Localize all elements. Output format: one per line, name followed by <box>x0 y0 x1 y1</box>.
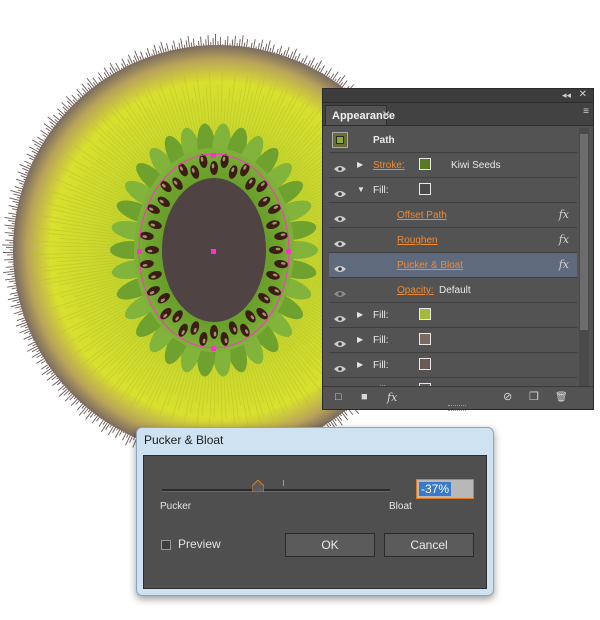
visibility-eye-icon[interactable] <box>334 285 346 297</box>
panel-titlebar: ◂◂ ✕ <box>323 89 593 103</box>
path-thumbnail-icon <box>332 132 348 148</box>
preview-label: Preview <box>178 537 221 551</box>
row-label: Fill: <box>373 310 389 321</box>
appearance-row[interactable]: ▶ Fill: <box>329 353 577 378</box>
visibility-eye-icon[interactable] <box>334 160 346 172</box>
delete-item-icon[interactable]: 🗑 <box>555 391 568 404</box>
appearance-list: Path ▶ Stroke: Kiwi Seeds ▼ Fill: Offset Path f… <box>329 128 577 386</box>
row-label: Fill: <box>373 360 389 371</box>
add-new-fill-icon[interactable]: ■ <box>361 391 368 404</box>
tab-close-icon[interactable]: ✕ <box>382 106 390 126</box>
add-new-effect-icon[interactable]: fx <box>387 391 397 404</box>
color-swatch[interactable] <box>419 333 431 345</box>
clear-appearance-icon[interactable]: ⊘ <box>503 391 512 404</box>
dialog-body: Pucker Bloat -37% Preview OK Cancel <box>143 455 487 589</box>
appearance-row[interactable]: Opacity: Default <box>329 278 577 303</box>
color-swatch[interactable] <box>419 308 431 320</box>
pucker-bloat-dialog: Pucker & Bloat Pucker Bloat -37% Preview… <box>136 427 494 596</box>
bloat-label: Bloat <box>389 501 412 512</box>
scroll-thumb[interactable] <box>580 134 588 330</box>
add-new-stroke-icon[interactable]: □ <box>335 391 342 404</box>
expanded-triangle-icon[interactable]: ▼ <box>357 185 365 195</box>
row-label: Fill: <box>373 185 389 196</box>
appearance-row[interactable]: ▶ Fill: <box>329 328 577 353</box>
cancel-button[interactable]: Cancel <box>384 533 474 557</box>
slider-center-tick <box>283 480 284 486</box>
disclosure-triangle-icon[interactable]: ▶ <box>357 335 363 345</box>
visibility-eye-icon[interactable] <box>334 210 346 222</box>
color-swatch[interactable] <box>419 358 431 370</box>
disclosure-triangle-icon[interactable]: ▶ <box>357 160 363 170</box>
panel-tabbar: Appearance ✕ ≡ <box>323 103 593 126</box>
dialog-title: Pucker & Bloat <box>144 433 224 447</box>
row-label: Fill: <box>373 335 389 346</box>
effect-name[interactable]: Offset Path <box>397 209 447 222</box>
appearance-row[interactable]: ▶ Fill: <box>329 303 577 328</box>
visibility-eye-icon[interactable] <box>334 360 346 372</box>
visibility-eye-icon[interactable] <box>334 235 346 247</box>
appearance-row[interactable]: Roughen fx <box>329 228 577 253</box>
visibility-eye-icon[interactable] <box>334 335 346 347</box>
disclosure-triangle-icon[interactable]: ▶ <box>357 310 363 320</box>
fx-icon: fx <box>558 258 569 271</box>
fx-icon: fx <box>558 233 569 246</box>
close-panel-icon[interactable]: ✕ <box>579 89 587 100</box>
value-text: -37% <box>419 482 452 496</box>
opacity-label[interactable]: Opacity: <box>397 284 434 297</box>
preview-checkbox[interactable] <box>161 540 171 550</box>
fx-icon: fx <box>558 208 569 221</box>
ok-button[interactable]: OK <box>285 533 375 557</box>
visibility-eye-icon[interactable] <box>334 310 346 322</box>
effect-name[interactable]: Pucker & Bloat <box>397 259 463 272</box>
scrollbar[interactable] <box>579 128 589 386</box>
visibility-eye-icon[interactable] <box>334 260 346 272</box>
slider-track[interactable] <box>162 489 390 492</box>
pucker-label: Pucker <box>160 501 192 512</box>
row-label: Path <box>373 135 395 146</box>
row-label[interactable]: Stroke: <box>373 159 405 172</box>
duplicate-item-icon[interactable]: ❐ <box>529 391 539 404</box>
color-swatch[interactable] <box>419 183 431 195</box>
color-swatch[interactable] <box>419 158 431 170</box>
disclosure-triangle-icon[interactable]: ▶ <box>357 360 363 370</box>
appearance-row[interactable]: Pucker & Bloat fx <box>329 253 577 278</box>
appearance-row[interactable]: ▼ Fill: <box>329 178 577 203</box>
resize-grip[interactable] <box>448 405 466 411</box>
panel-menu-icon[interactable]: ≡ <box>583 107 589 117</box>
appearance-row[interactable]: Offset Path fx <box>329 203 577 228</box>
visibility-eye-icon[interactable] <box>334 185 346 197</box>
slider-thumb[interactable] <box>251 480 264 492</box>
row-value: Kiwi Seeds <box>451 160 501 171</box>
opacity-value: Default <box>439 285 471 296</box>
value-field[interactable]: -37% <box>416 479 474 499</box>
collapse-panel-icon[interactable]: ◂◂ <box>562 90 571 101</box>
tab-appearance[interactable]: Appearance ✕ <box>325 105 395 126</box>
appearance-row[interactable]: ▶ Stroke: Kiwi Seeds <box>329 153 577 178</box>
appearance-panel: ◂◂ ✕ Appearance ✕ ≡ Path ▶ Stroke: Kiwi See… <box>322 88 594 411</box>
panel-footer: □ ■ fx ⊘ ❐ 🗑 <box>323 386 593 411</box>
appearance-row[interactable]: ▶Fill: <box>329 378 577 386</box>
effect-name[interactable]: Roughen <box>397 234 438 247</box>
appearance-row[interactable]: Path <box>329 128 577 153</box>
